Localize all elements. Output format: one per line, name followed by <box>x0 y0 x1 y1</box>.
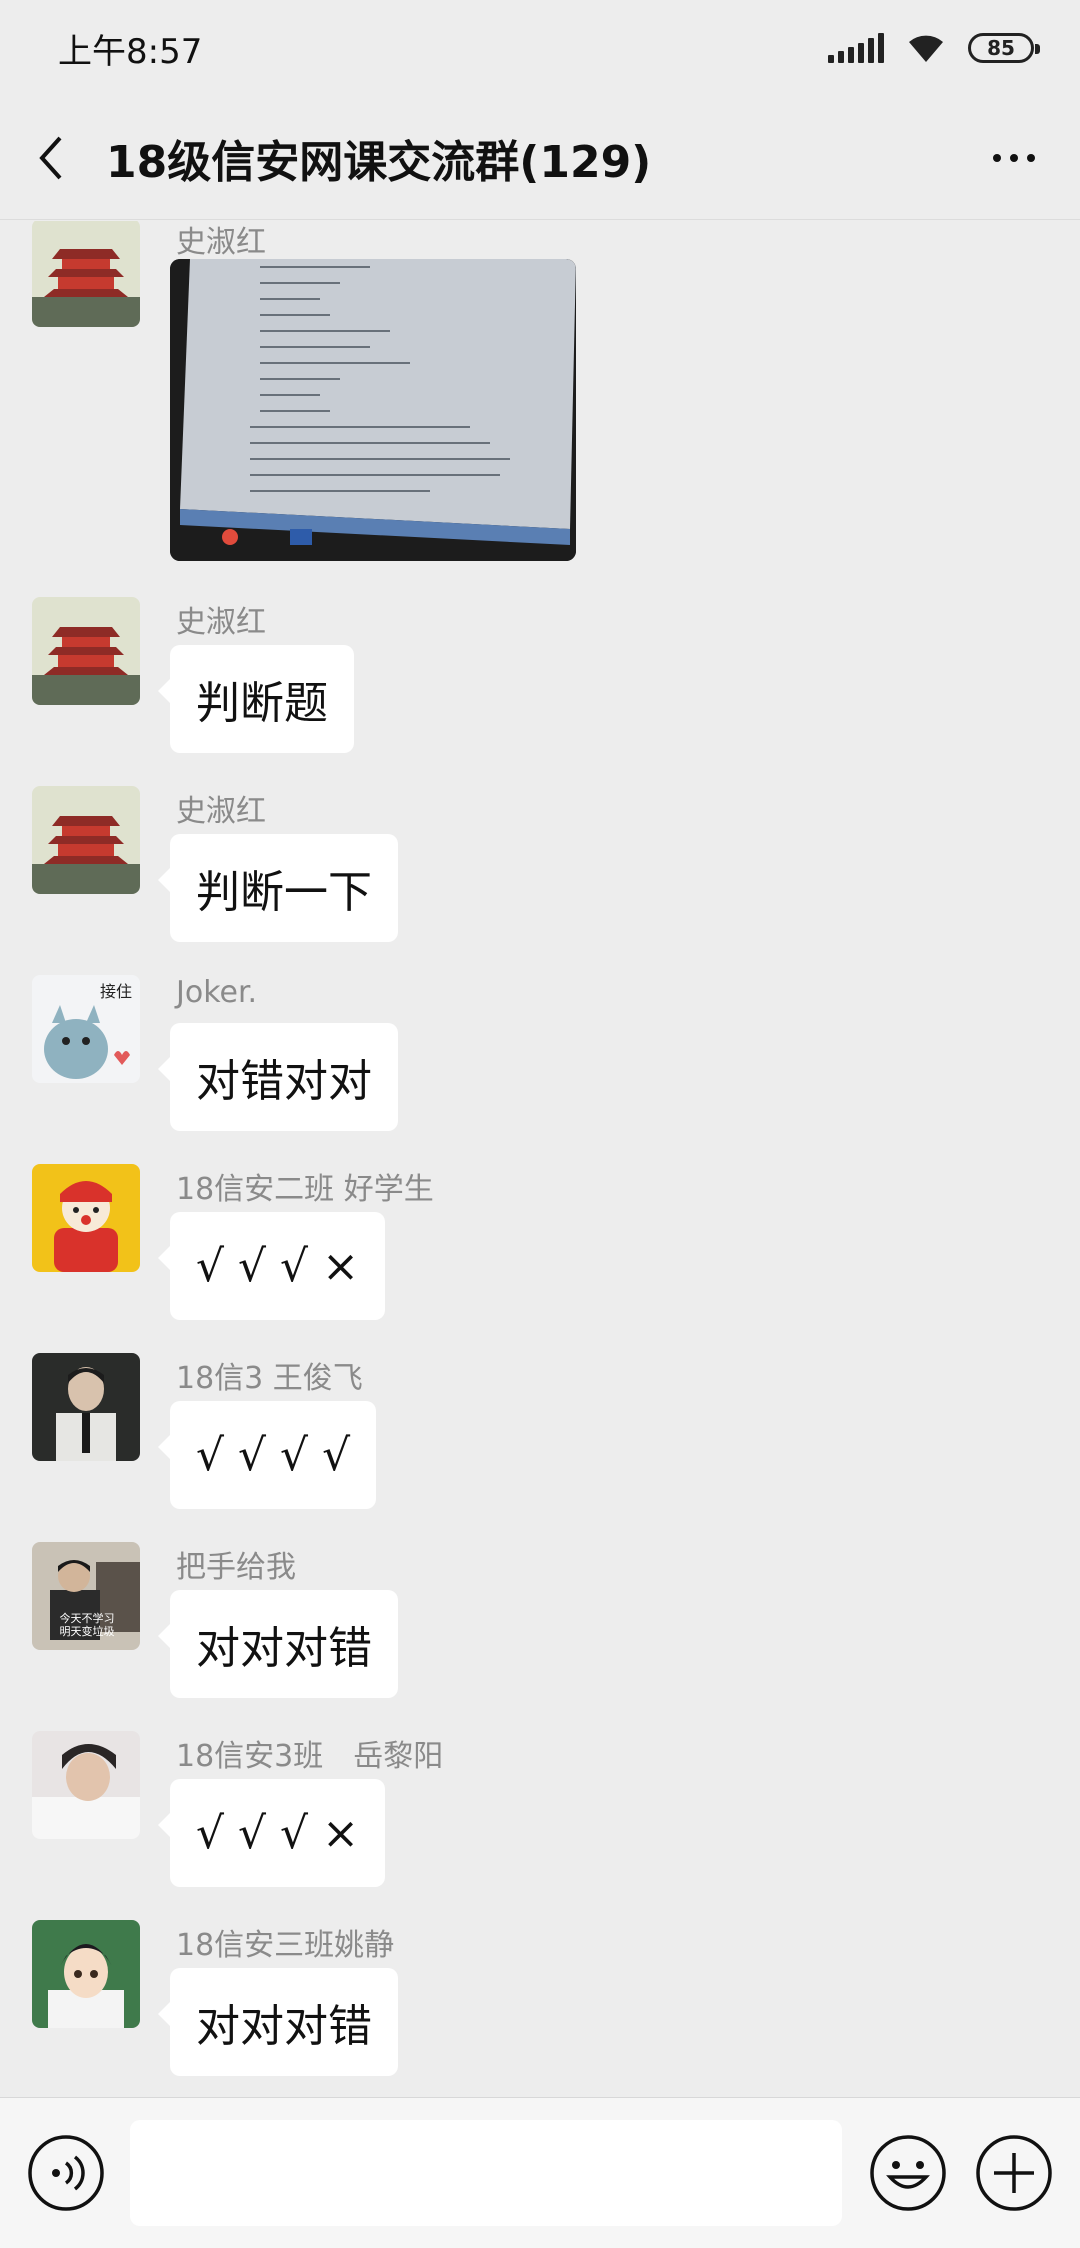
battery-icon: 85 <box>968 33 1040 63</box>
sender-name: 史淑红 <box>176 225 266 260</box>
back-arrow-icon[interactable] <box>34 126 82 190</box>
message-input[interactable] <box>130 2120 842 2226</box>
sender-name: 史淑红 <box>176 605 266 640</box>
message-bubble[interactable]: 对对对错 <box>158 1590 398 1698</box>
pagoda-avatar[interactable] <box>32 786 140 894</box>
add-attachment-icon[interactable] <box>974 2133 1054 2213</box>
voice-input-icon[interactable] <box>26 2133 106 2213</box>
sender-name: 史淑红 <box>176 794 266 829</box>
message-list[interactable]: 史淑红 史淑红 判断题 史淑红 判断一下 接住 Joker. 对错对对 18信安… <box>0 221 1080 2097</box>
man-with-caption-avatar[interactable]: 今天不学习 明天变垃圾 <box>32 1542 140 1650</box>
status-time: 上午8:57 <box>58 31 203 72</box>
sender-name: 18信安二班 好学生 <box>176 1172 434 1207</box>
status-icons: 85 <box>828 32 1040 64</box>
message-bubble[interactable]: 对对对错 <box>158 1968 398 2076</box>
avatar-caption: 接住 <box>100 982 132 1001</box>
status-bar: 上午8:57 85 <box>0 0 1080 96</box>
message-bubble[interactable]: 判断一下 <box>158 834 398 942</box>
message-bubble[interactable]: √ √ √ √ <box>157 1401 377 1509</box>
man-in-suit-avatar[interactable] <box>32 1353 140 1461</box>
pagoda-avatar[interactable] <box>32 597 140 705</box>
emoji-icon[interactable] <box>868 2133 948 2213</box>
cartoon-monster-avatar[interactable]: 接住 <box>32 975 140 1083</box>
cartoon-red-coat-avatar[interactable] <box>32 1164 140 1272</box>
sender-name: 18信3 王俊飞 <box>176 1361 363 1396</box>
avatar-caption: 今天不学习 明天变垃圾 <box>59 1612 115 1638</box>
more-options-icon[interactable] <box>982 126 1046 190</box>
portrait-avatar[interactable] <box>32 1731 140 1839</box>
anime-boy-avatar[interactable] <box>32 1920 140 2028</box>
chat-header: 18级信安网课交流群(129) <box>0 96 1080 220</box>
photo-message[interactable] <box>170 259 576 561</box>
message-bubble[interactable]: 判断题 <box>158 645 354 753</box>
pagoda-avatar[interactable] <box>32 221 140 327</box>
wifi-icon <box>909 35 943 62</box>
battery-level: 85 <box>987 36 1015 60</box>
sender-name: 把手给我 <box>176 1550 296 1585</box>
message-bubble[interactable]: √ √ √ × <box>158 1212 385 1320</box>
message-bubble[interactable]: √ √ √ × <box>158 1779 385 1887</box>
sender-name: 18信安三班姚静 <box>176 1928 395 1963</box>
signal-icon <box>828 33 884 63</box>
message-bubble[interactable]: 对错对对 <box>158 1023 398 1131</box>
input-bar <box>0 2097 1080 2248</box>
sender-name: 18信安3班 岳黎阳 <box>176 1739 444 1774</box>
sender-name: Joker. <box>176 975 258 1010</box>
chat-title: 18级信安网课交流群(129) <box>106 136 652 188</box>
